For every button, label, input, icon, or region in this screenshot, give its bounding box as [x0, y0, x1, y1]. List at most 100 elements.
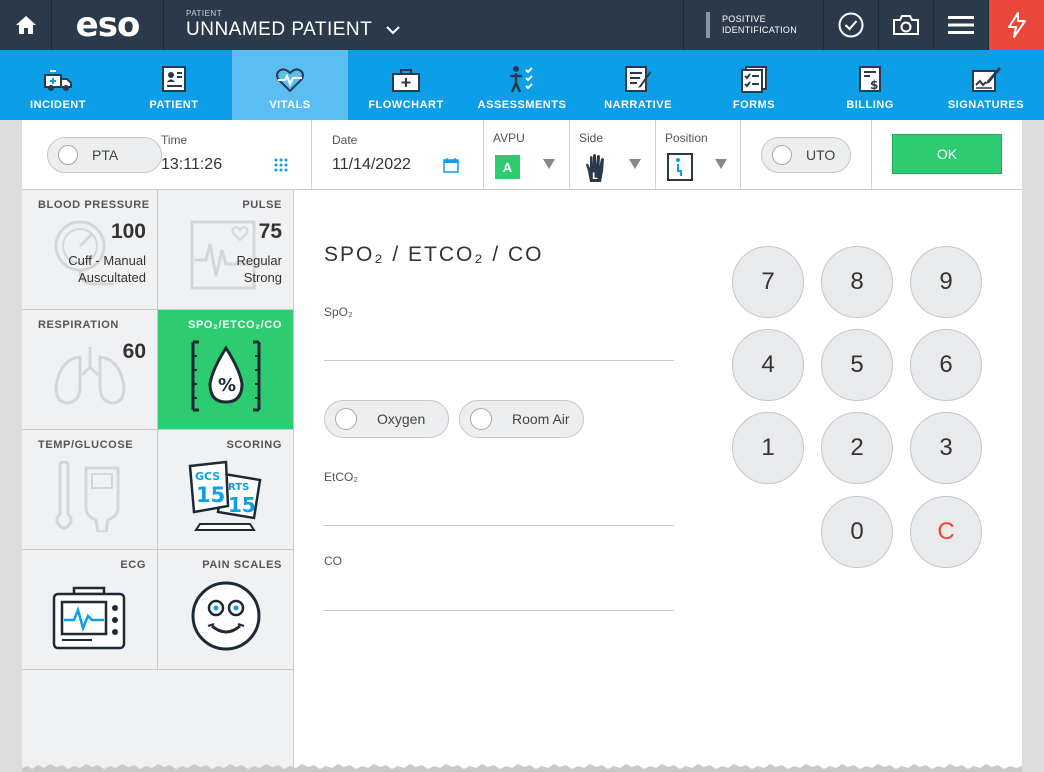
time-value[interactable]: 13:11:26	[161, 156, 222, 174]
notepad-pen-icon	[625, 66, 651, 92]
lungs-icon	[54, 347, 126, 405]
respiration-value: 60	[122, 340, 146, 363]
keypad-2[interactable]: 2	[821, 412, 893, 484]
keypad-1[interactable]: 1	[732, 412, 804, 484]
check-circle-icon	[838, 12, 864, 38]
tile-blood-pressure[interactable]: BLOOD PRESSURE 100 Cuff - Manual Auscult…	[22, 190, 158, 310]
date-value[interactable]: 11/14/2022	[332, 156, 411, 174]
hand-icon[interactable]: L	[584, 153, 608, 183]
patient-selector[interactable]: PATIENT UNNAMED PATIENT	[164, 0, 684, 50]
bp-method-detail: Auscultated	[78, 270, 146, 285]
spo2-input[interactable]	[324, 330, 674, 358]
menu-button[interactable]	[934, 0, 989, 50]
position-label: Position	[665, 131, 708, 145]
uto-radio	[772, 145, 792, 165]
side-dropdown-caret[interactable]	[629, 159, 641, 169]
status-bar	[706, 12, 710, 38]
nav-signatures[interactable]: SIGNATURES	[928, 50, 1044, 120]
keypad-5[interactable]: 5	[821, 329, 893, 401]
svg-text:$: $	[870, 78, 878, 92]
position-person-icon[interactable]	[667, 153, 693, 181]
tile-title: TEMP/GLUCOSE	[38, 439, 134, 451]
keypad-4[interactable]: 4	[732, 329, 804, 401]
lightning-bolt-icon	[1007, 12, 1026, 38]
home-icon	[15, 16, 36, 34]
camera-icon	[893, 15, 919, 35]
room-air-radio	[470, 408, 492, 430]
signature-pen-icon	[972, 67, 1001, 92]
tile-title: RESPIRATION	[38, 319, 119, 331]
nav-vitals[interactable]: VITALS	[232, 50, 348, 120]
nav-forms-label: FORMS	[732, 99, 776, 111]
keypad-9[interactable]: 9	[910, 246, 982, 318]
co-underline	[324, 610, 674, 611]
ambulance-icon	[44, 70, 72, 91]
bp-value: 100	[110, 220, 146, 243]
divider	[311, 120, 312, 190]
keypad-grid-icon[interactable]	[274, 158, 288, 172]
quick-action-button[interactable]	[989, 0, 1044, 50]
tile-pulse[interactable]: PULSE 75 Regular Strong	[158, 190, 294, 310]
positive-identification-button[interactable]: POSITIVE IDENTIFICATION	[684, 0, 824, 50]
validate-button[interactable]	[824, 0, 879, 50]
position-dropdown-caret[interactable]	[715, 159, 727, 169]
oxygen-drop-icon: %	[191, 340, 261, 412]
svg-text:%: %	[218, 375, 236, 396]
tile-scoring[interactable]: SCORING GCS 15 RTS 15	[158, 430, 294, 550]
room-air-option[interactable]: Room Air	[459, 400, 584, 438]
nav-forms[interactable]: FORMS	[696, 50, 812, 120]
keypad-0[interactable]: 0	[821, 496, 893, 568]
nav-narrative[interactable]: NARRATIVE	[580, 50, 696, 120]
nav-flowchart[interactable]: FLOWCHART	[348, 50, 464, 120]
tile-title: SPO₂/ETCO₂/CO	[188, 319, 282, 331]
uto-toggle[interactable]: UTO	[761, 137, 851, 173]
pta-toggle[interactable]: PTA	[47, 137, 162, 173]
chevron-down-icon	[386, 25, 400, 34]
tile-spo2-etco2-co[interactable]: SPO₂/ETCO₂/CO %	[158, 310, 294, 430]
nav-billing[interactable]: $ BILLING	[812, 50, 928, 120]
vitals-sidebar: BLOOD PRESSURE 100 Cuff - Manual Auscult…	[22, 190, 294, 772]
positive-id-line2: IDENTIFICATION	[722, 25, 798, 35]
side-label: Side	[579, 131, 604, 145]
etco2-input[interactable]	[324, 495, 674, 523]
tile-respiration[interactable]: RESPIRATION 60	[22, 310, 158, 430]
nav-patient[interactable]: PATIENT	[116, 50, 232, 120]
calendar-icon[interactable]	[443, 157, 459, 173]
nav-flowchart-label: FLOWCHART	[368, 99, 444, 111]
pulse-strength: Strong	[243, 270, 282, 285]
keypad-3[interactable]: 3	[910, 412, 982, 484]
section-title: SPO₂ / ETCO₂ / CO	[324, 243, 544, 266]
tile-temp-glucose[interactable]: TEMP/GLUCOSE	[22, 430, 158, 550]
keypad-clear[interactable]: C	[910, 496, 982, 568]
nav-billing-label: BILLING	[846, 99, 894, 111]
tile-pain-scales[interactable]: PAIN SCALES	[158, 550, 294, 670]
vitals-header-row: PTA Time 13:11:26 Date 11/14/2022 AVPU A…	[22, 120, 1022, 190]
pulse-value: 75	[258, 220, 282, 243]
avpu-dropdown-caret[interactable]	[543, 159, 555, 169]
divider	[655, 120, 656, 190]
date-label: Date	[332, 133, 358, 147]
room-air-label: Room Air	[512, 411, 570, 427]
camera-button[interactable]	[879, 0, 934, 50]
oxygen-option[interactable]: Oxygen	[324, 400, 449, 438]
nav-narrative-label: NARRATIVE	[604, 99, 672, 111]
avpu-value-badge[interactable]: A	[495, 155, 520, 179]
nav-incident[interactable]: INCIDENT	[0, 50, 116, 120]
time-label: Time	[161, 133, 188, 147]
ok-button[interactable]: OK	[892, 134, 1002, 174]
home-button[interactable]	[0, 0, 52, 50]
co-input[interactable]	[324, 580, 674, 608]
divider	[740, 120, 741, 190]
tile-ecg[interactable]: ECG	[22, 550, 158, 670]
nav-assessments[interactable]: ASSESSMENTS	[464, 50, 580, 120]
keypad-6[interactable]: 6	[910, 329, 982, 401]
divider	[569, 120, 570, 190]
spo2-label: SpO₂	[324, 305, 353, 319]
keypad-7[interactable]: 7	[732, 246, 804, 318]
smiley-face-icon	[191, 581, 261, 651]
positive-id-line1: POSITIVE	[722, 14, 766, 24]
keypad-8[interactable]: 8	[821, 246, 893, 318]
main-nav: INCIDENT PATIENT VITALS FLOWCHART ASSESS…	[0, 50, 1044, 120]
heart-pulse-icon	[276, 68, 304, 93]
ecg-monitor-icon	[52, 586, 126, 650]
